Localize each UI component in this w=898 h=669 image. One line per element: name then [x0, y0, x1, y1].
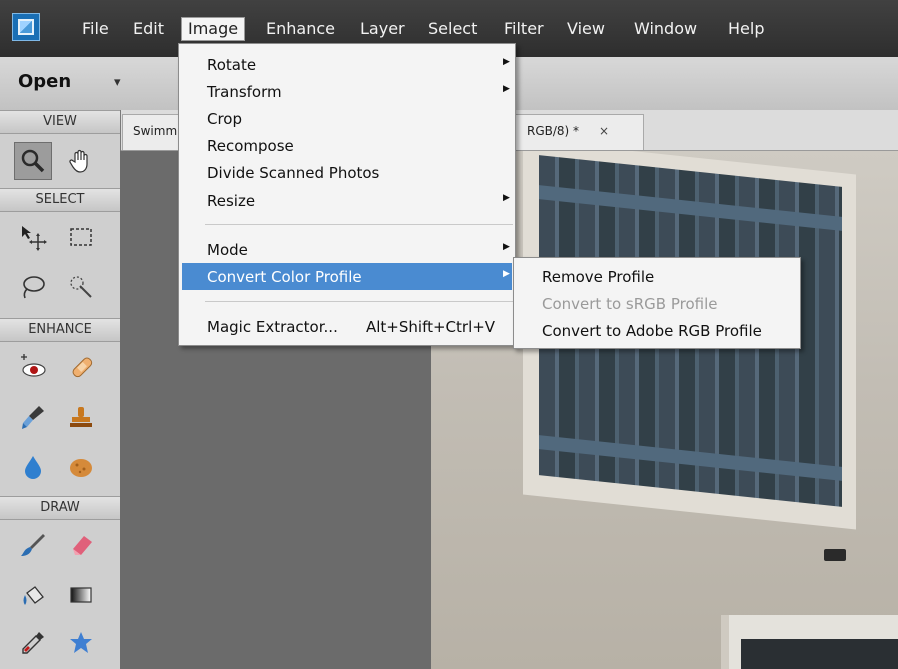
menu-item-convert-color-profile[interactable]: Convert Color Profile	[207, 267, 362, 287]
menu-item-rotate[interactable]: Rotate	[207, 55, 256, 75]
submenu-arrow-icon: ▶	[503, 84, 510, 94]
convert-profile-submenu: Remove Profile Convert to sRGB Profile C…	[513, 257, 801, 349]
submenu-arrow-icon: ▶	[503, 269, 510, 279]
red-eye-icon[interactable]	[14, 348, 52, 386]
hand-tool-icon[interactable]	[62, 142, 100, 180]
gradient-icon[interactable]	[62, 576, 100, 614]
menu-item-resize[interactable]: Resize	[207, 191, 255, 211]
open-dropdown-arrow-icon[interactable]: ▾	[114, 75, 121, 90]
menu-item-recompose[interactable]: Recompose	[207, 136, 294, 156]
smart-brush-icon[interactable]	[14, 398, 52, 436]
section-select: SELECT	[0, 188, 120, 212]
section-enhance: ENHANCE	[0, 318, 120, 342]
menu-select[interactable]: Select	[428, 19, 477, 39]
tab-close-icon[interactable]: ×	[599, 124, 609, 138]
sponge-icon[interactable]	[62, 448, 100, 486]
menu-edit[interactable]: Edit	[133, 19, 164, 39]
menu-file[interactable]: File	[82, 19, 109, 39]
image-menu-dropdown: Rotate ▶ Transform ▶ Crop Recompose Divi…	[178, 43, 516, 346]
tab-title-start: Swimm	[133, 124, 178, 138]
menu-filter[interactable]: Filter	[504, 19, 544, 39]
custom-shape-icon[interactable]	[62, 624, 100, 662]
lasso-icon[interactable]	[14, 268, 52, 306]
menu-enhance[interactable]: Enhance	[266, 19, 335, 39]
menu-separator	[205, 224, 513, 225]
rectangular-marquee-icon[interactable]	[62, 218, 100, 256]
lower-window-glass	[741, 639, 898, 669]
color-picker-icon[interactable]	[14, 624, 52, 662]
submenu-remove-profile[interactable]: Remove Profile	[542, 267, 654, 287]
section-draw: DRAW	[0, 496, 120, 520]
tab-title-end: RGB/8) *	[527, 124, 580, 138]
menu-item-mode[interactable]: Mode	[207, 240, 248, 260]
submenu-arrow-icon: ▶	[503, 57, 510, 67]
submenu-convert-adobe-rgb[interactable]: Convert to Adobe RGB Profile	[542, 321, 762, 341]
paint-bucket-icon[interactable]	[14, 576, 52, 614]
eraser-icon[interactable]	[62, 526, 100, 564]
section-view: VIEW	[0, 110, 120, 134]
toolbox: VIEW SELECT ENHANCE DRAW	[0, 110, 121, 669]
shortcut-magic-extractor: Alt+Shift+Ctrl+V	[366, 318, 496, 336]
submenu-convert-srgb: Convert to sRGB Profile	[542, 295, 718, 313]
clone-stamp-icon[interactable]	[62, 398, 100, 436]
menu-item-divide-scanned[interactable]: Divide Scanned Photos	[207, 163, 379, 183]
menu-window[interactable]: Window	[634, 19, 697, 39]
open-button[interactable]: Open	[18, 71, 71, 92]
menu-item-transform[interactable]: Transform	[207, 82, 282, 102]
submenu-arrow-icon: ▶	[503, 193, 510, 203]
menu-view[interactable]: View	[567, 19, 605, 39]
submenu-arrow-icon: ▶	[503, 242, 510, 252]
quick-selection-icon[interactable]	[62, 268, 100, 306]
zoom-tool-icon[interactable]	[14, 142, 52, 180]
wall-lamp	[824, 549, 846, 561]
blur-icon[interactable]	[14, 448, 52, 486]
brush-icon[interactable]	[14, 526, 52, 564]
menu-help[interactable]: Help	[728, 19, 764, 39]
menu-layer[interactable]: Layer	[360, 19, 405, 39]
move-tool-icon[interactable]	[14, 218, 52, 256]
app-logo-icon[interactable]	[12, 13, 40, 41]
menu-item-magic-extractor[interactable]: Magic Extractor...	[207, 317, 338, 337]
menu-image[interactable]: Image	[181, 17, 246, 41]
spot-healing-icon[interactable]	[62, 348, 100, 386]
menu-item-crop[interactable]: Crop	[207, 109, 242, 129]
menu-separator	[205, 301, 513, 302]
